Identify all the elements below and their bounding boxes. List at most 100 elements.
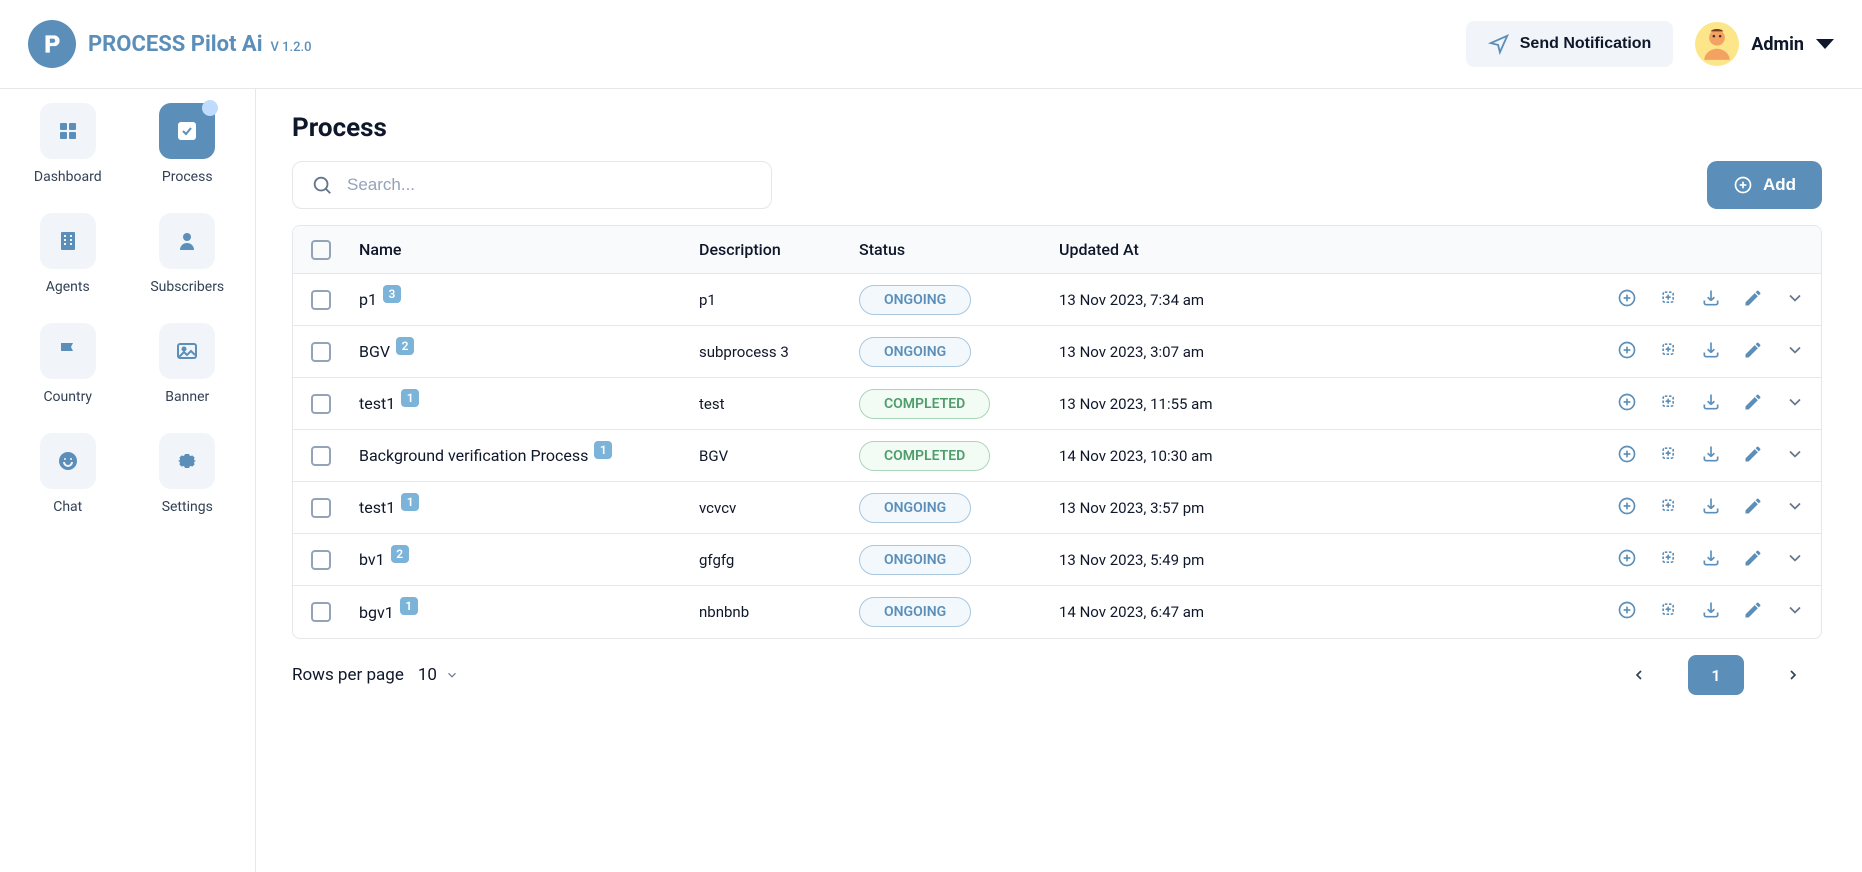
status-badge: ONGOING [859,597,971,627]
row-expand-button[interactable] [1785,340,1805,364]
sidebar-item-banner[interactable]: Banner [128,323,248,405]
row-add-button[interactable] [1617,548,1637,572]
prev-page-button[interactable] [1620,656,1658,694]
row-edit-button[interactable] [1743,340,1763,364]
row-updated-at: 13 Nov 2023, 3:57 pm [1059,499,1585,517]
sidebar-item-subscribers[interactable]: Subscribers [128,213,248,295]
row-download-button[interactable] [1701,392,1721,416]
avatar [1695,22,1739,66]
row-duplicate-button[interactable] [1659,496,1679,520]
sidebar-item-chat[interactable]: Chat [8,433,128,515]
row-name: test11 [359,498,699,517]
brand: PROCESS Pilot Ai V 1.2.0 [28,20,312,68]
pagination: 1 [1620,655,1812,695]
add-button[interactable]: Add [1707,161,1822,209]
sidebar-item-dashboard[interactable]: Dashboard [8,103,128,185]
row-edit-button[interactable] [1743,288,1763,312]
row-expand-button[interactable] [1785,392,1805,416]
row-expand-button[interactable] [1785,548,1805,572]
row-duplicate-button[interactable] [1659,392,1679,416]
brand-title: PROCESS Pilot Ai [88,32,263,57]
row-add-button[interactable] [1617,600,1637,624]
row-description: nbnbnb [699,603,859,621]
sidebar-item-settings[interactable]: Settings [128,433,248,515]
send-icon [1488,33,1510,55]
row-duplicate-button[interactable] [1659,288,1679,312]
chevron-down-icon [445,668,459,682]
row-updated-at: 14 Nov 2023, 10:30 am [1059,447,1585,465]
sidebar-item-process[interactable]: Process [128,103,248,185]
table-row: Background verification Process1BGVCOMPL… [293,430,1821,482]
search-box[interactable] [292,161,772,209]
user-menu[interactable]: Admin [1695,22,1834,66]
row-duplicate-button[interactable] [1659,600,1679,624]
count-badge: 1 [400,597,418,615]
row-description: BGV [699,447,859,465]
row-expand-button[interactable] [1785,600,1805,624]
person-icon [159,213,215,269]
row-edit-button[interactable] [1743,496,1763,520]
image-icon [159,323,215,379]
select-all-checkbox[interactable] [311,240,331,260]
sidebar-item-agents[interactable]: Agents [8,213,128,295]
search-input[interactable] [347,175,753,195]
row-checkbox[interactable] [311,550,331,570]
row-name: test11 [359,394,699,413]
chat-icon [40,433,96,489]
row-download-button[interactable] [1701,444,1721,468]
caret-down-icon [1816,39,1834,49]
row-download-button[interactable] [1701,288,1721,312]
row-checkbox[interactable] [311,602,331,622]
row-download-button[interactable] [1701,600,1721,624]
gear-icon [159,433,215,489]
sidebar-item-country[interactable]: Country [8,323,128,405]
table-header: Name Description Status Updated At [293,226,1821,274]
row-checkbox[interactable] [311,394,331,414]
row-expand-button[interactable] [1785,496,1805,520]
status-badge: COMPLETED [859,441,990,471]
row-download-button[interactable] [1701,548,1721,572]
row-checkbox[interactable] [311,342,331,362]
status-badge: ONGOING [859,493,971,523]
row-duplicate-button[interactable] [1659,340,1679,364]
rows-per-page-select[interactable]: 10 [418,665,459,685]
row-name: Background verification Process1 [359,446,699,465]
row-expand-button[interactable] [1785,444,1805,468]
row-download-button[interactable] [1701,340,1721,364]
send-notification-button[interactable]: Send Notification [1466,21,1674,67]
avatar-icon [1698,25,1736,63]
row-checkbox[interactable] [311,446,331,466]
status-badge: ONGOING [859,285,971,315]
row-add-button[interactable] [1617,444,1637,468]
count-badge: 2 [391,545,409,563]
search-icon [311,174,333,196]
table-row: p13p1ONGOING13 Nov 2023, 7:34 am [293,274,1821,326]
chevron-right-icon [1785,667,1801,683]
row-add-button[interactable] [1617,392,1637,416]
row-checkbox[interactable] [311,498,331,518]
row-duplicate-button[interactable] [1659,548,1679,572]
logo-icon [28,20,76,68]
row-edit-button[interactable] [1743,600,1763,624]
flag-icon [40,323,96,379]
next-page-button[interactable] [1774,656,1812,694]
row-checkbox[interactable] [311,290,331,310]
building-icon [40,213,96,269]
status-badge: COMPLETED [859,389,990,419]
chevron-left-icon [1631,667,1647,683]
table-footer: Rows per page 10 1 [292,655,1822,695]
row-edit-button[interactable] [1743,392,1763,416]
row-expand-button[interactable] [1785,288,1805,312]
col-updated-at: Updated At [1059,240,1585,259]
row-add-button[interactable] [1617,496,1637,520]
count-badge: 3 [383,285,401,303]
row-add-button[interactable] [1617,340,1637,364]
row-edit-button[interactable] [1743,548,1763,572]
row-edit-button[interactable] [1743,444,1763,468]
row-add-button[interactable] [1617,288,1637,312]
page-number[interactable]: 1 [1688,655,1744,695]
row-description: vcvcv [699,499,859,517]
row-duplicate-button[interactable] [1659,444,1679,468]
sidebar: DashboardProcessAgentsSubscribersCountry… [0,89,256,872]
row-download-button[interactable] [1701,496,1721,520]
